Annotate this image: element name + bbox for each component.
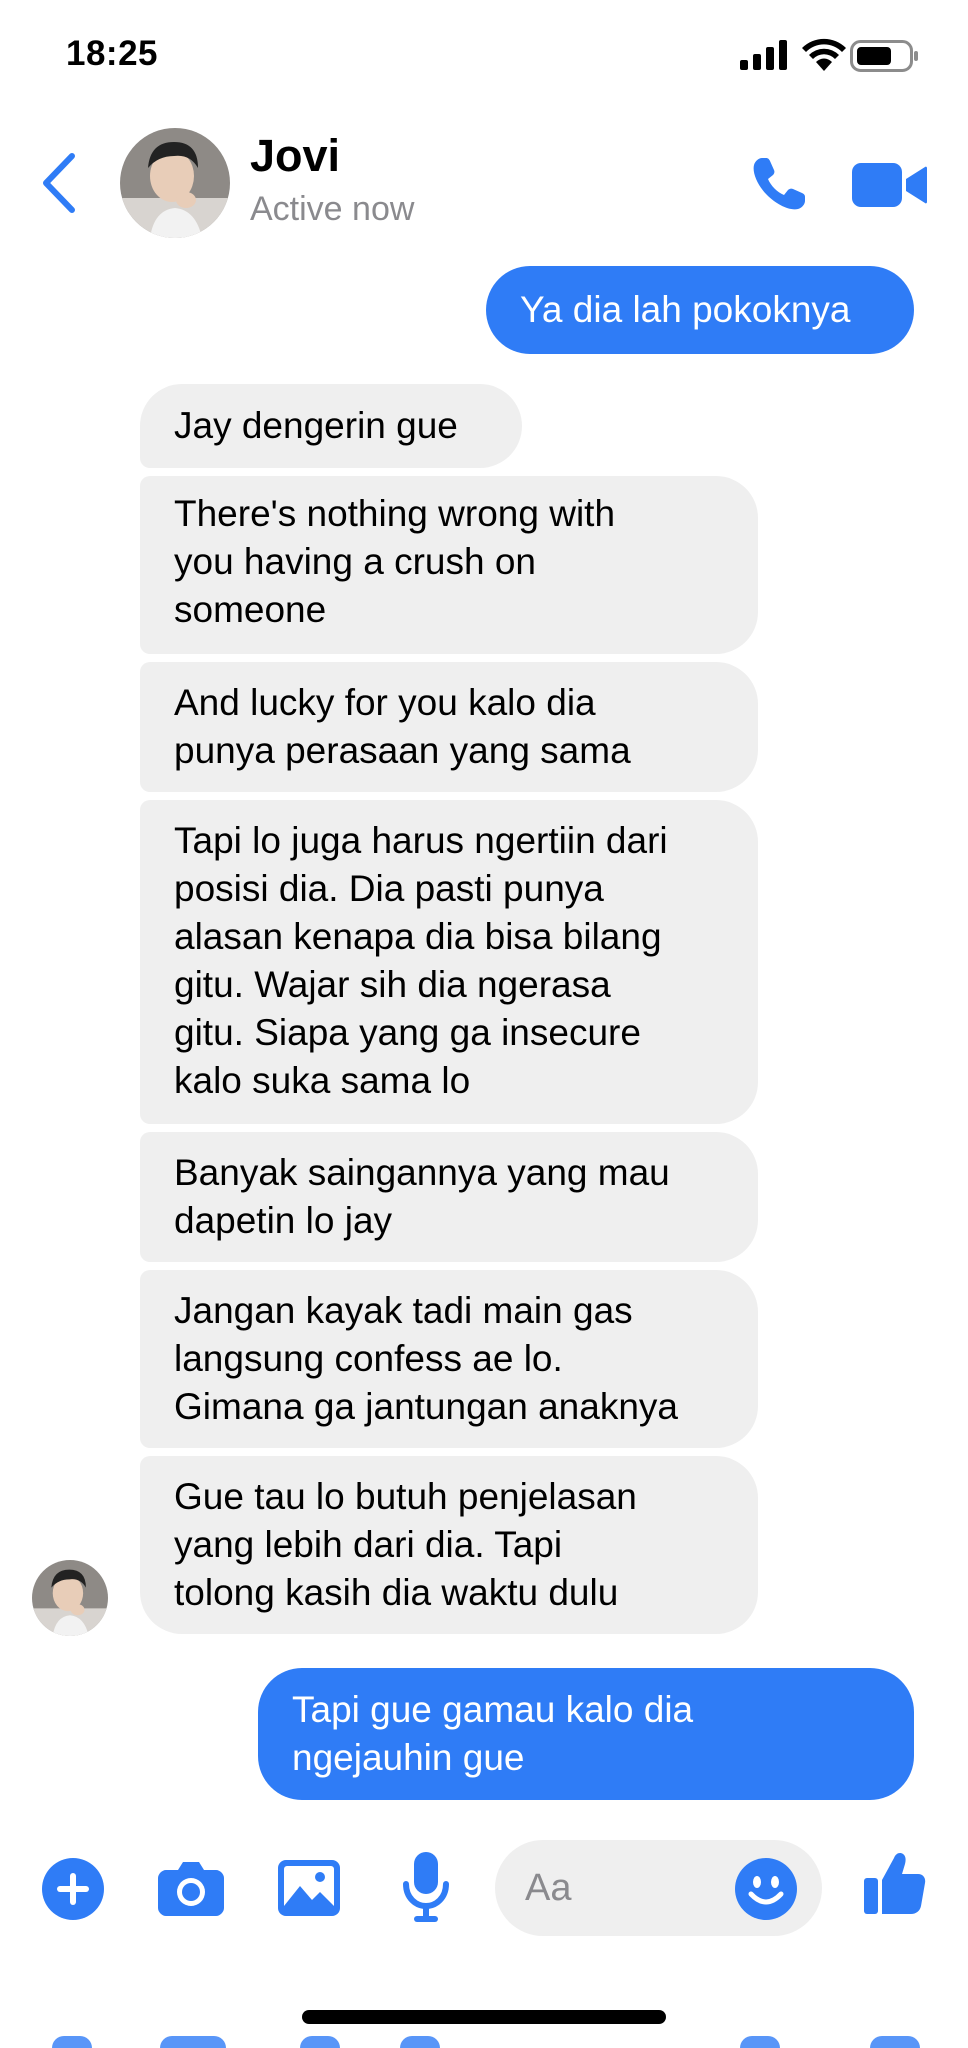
message-composer xyxy=(0,1830,968,1950)
message-line: Gue tau lo butuh penjelasan xyxy=(174,1476,637,1517)
message-line: someone xyxy=(174,589,327,630)
message-incoming[interactable]: Jay dengerin gue xyxy=(140,384,522,468)
message-line: Tapi gue gamau kalo dia xyxy=(292,1689,694,1730)
microphone-icon[interactable] xyxy=(402,1852,450,1922)
status-time: 18:25 xyxy=(66,34,159,73)
message-line: Tapi lo juga harus ngertiin dari xyxy=(174,820,668,861)
message-line: you having a crush on xyxy=(174,541,537,582)
message-outgoing[interactable]: Tapi gue gamau kalo dia ngejauhin gue xyxy=(258,1668,914,1800)
message-incoming[interactable]: There's nothing wrong with you having a … xyxy=(140,476,758,654)
message-line: gitu. Siapa yang ga insecure xyxy=(174,1012,641,1053)
message-line: punya perasaan yang sama xyxy=(174,730,631,771)
message-incoming[interactable]: Gue tau lo butuh penjelasan yang lebih d… xyxy=(140,1456,758,1634)
status-bar: 18:25 xyxy=(0,0,968,110)
message-text: Ya dia lah pokoknya xyxy=(520,289,851,330)
message-line: There's nothing wrong with xyxy=(174,493,616,534)
avatar-image xyxy=(32,1560,108,1636)
smiley-icon[interactable] xyxy=(735,1858,797,1920)
message-incoming[interactable]: And lucky for you kalo dia punya perasaa… xyxy=(140,662,758,792)
sender-avatar[interactable] xyxy=(32,1560,108,1636)
video-camera-icon[interactable] xyxy=(852,160,927,210)
message-line: kalo suka sama lo xyxy=(174,1060,471,1101)
contact-status: Active now xyxy=(250,190,415,228)
message-line: ngejauhin gue xyxy=(292,1737,525,1778)
message-line: yang lebih dari dia. Tapi xyxy=(174,1524,563,1565)
message-line: dapetin lo jay xyxy=(174,1200,393,1241)
signal-icon xyxy=(740,40,787,70)
message-outgoing[interactable]: Ya dia lah pokoknya xyxy=(486,266,914,354)
message-line: langsung confess ae lo. xyxy=(174,1338,563,1379)
contact-name[interactable]: Jovi xyxy=(250,130,340,182)
message-incoming[interactable]: Jangan kayak tadi main gas langsung conf… xyxy=(140,1270,758,1448)
wifi-icon xyxy=(802,38,846,71)
message-line: Banyak saingannya yang mau xyxy=(174,1152,670,1193)
battery-icon xyxy=(850,40,918,72)
contact-avatar[interactable] xyxy=(120,128,230,238)
message-line: tolong kasih dia waktu dulu xyxy=(174,1572,619,1613)
home-indicator xyxy=(302,2010,666,2024)
message-incoming[interactable]: Tapi lo juga harus ngertiin dari posisi … xyxy=(140,800,758,1124)
message-text: Jay dengerin gue xyxy=(174,405,458,446)
message-line: gitu. Wajar sih dia ngerasa xyxy=(174,964,611,1005)
avatar-image xyxy=(120,128,230,238)
message-line: Jangan kayak tadi main gas xyxy=(174,1290,633,1331)
plus-circle-icon[interactable] xyxy=(42,1858,104,1920)
message-incoming[interactable]: Banyak saingannya yang mau dapetin lo ja… xyxy=(140,1132,758,1262)
message-line: And lucky for you kalo dia xyxy=(174,682,596,723)
chevron-left-icon[interactable] xyxy=(36,148,86,218)
message-line: posisi dia. Dia pasti punya xyxy=(174,868,604,909)
thumbs-up-icon[interactable] xyxy=(864,1850,926,1916)
message-line: alasan kenapa dia bisa bilang xyxy=(174,916,662,957)
chat-header: Jovi Active now xyxy=(0,110,968,260)
keyboard-preview-strip xyxy=(0,2036,968,2048)
message-line: Gimana ga jantungan anaknya xyxy=(174,1386,678,1427)
phone-icon[interactable] xyxy=(750,155,808,213)
camera-icon[interactable] xyxy=(158,1860,224,1916)
image-icon[interactable] xyxy=(278,1860,340,1916)
